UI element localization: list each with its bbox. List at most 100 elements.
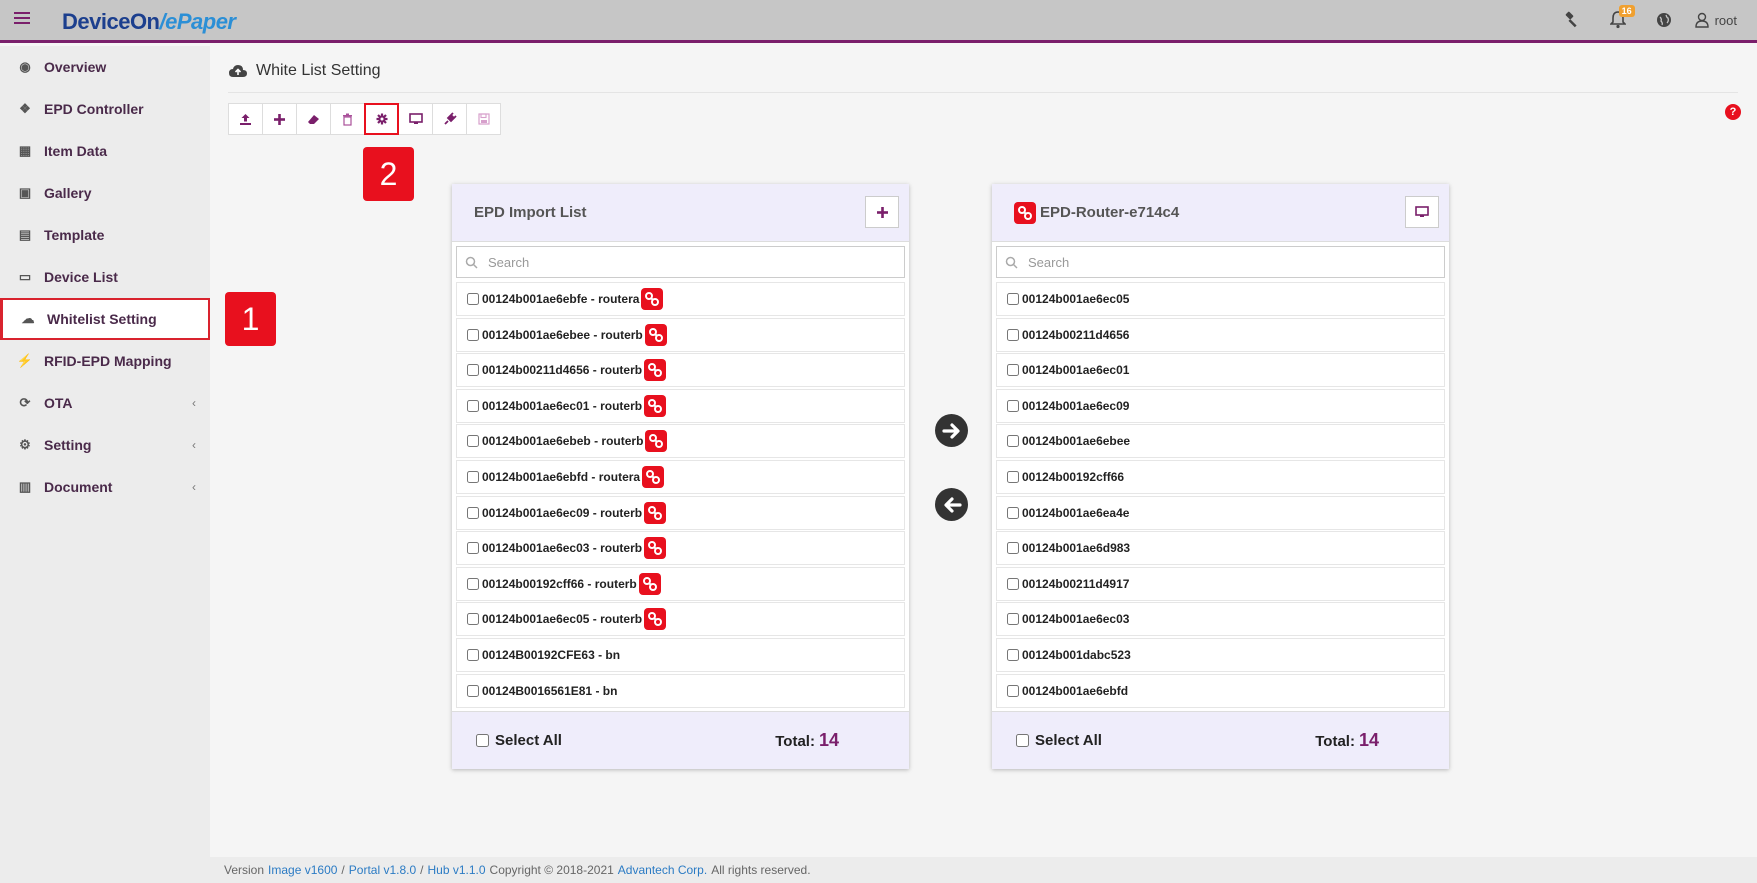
list-item[interactable]: 00124b001ae6ec09 - routerb <box>456 495 905 530</box>
trash-icon <box>343 113 352 126</box>
item-checkbox[interactable] <box>1007 364 1019 377</box>
list-item[interactable]: 00124b001ae6ebfd <box>996 673 1445 708</box>
item-checkbox[interactable] <box>467 506 479 519</box>
sidebar-item-setting[interactable]: ⚙ Setting ‹ <box>0 424 210 466</box>
save-button[interactable] <box>466 103 501 135</box>
gavel-icon[interactable] <box>1549 0 1595 40</box>
router-select-all-checkbox[interactable] <box>1016 734 1029 747</box>
footer-version-label: Version <box>224 863 265 877</box>
item-checkbox[interactable] <box>467 613 479 626</box>
list-item[interactable]: 00124b001ae6ec01 - routerb <box>456 388 905 423</box>
refresh-icon: ⟳ <box>19 395 31 410</box>
search-icon <box>465 256 478 269</box>
item-checkbox[interactable] <box>1007 648 1019 661</box>
footer-hub-link[interactable]: Hub v1.1.0 <box>427 863 485 877</box>
settings-button[interactable] <box>364 103 399 135</box>
list-item[interactable]: 00124b001ae6ebee - routerb <box>456 317 905 352</box>
item-checkbox[interactable] <box>467 364 479 377</box>
globe-icon[interactable] <box>1641 0 1687 40</box>
footer-portal-link[interactable]: Portal v1.8.0 <box>349 863 416 877</box>
brand-part1: DeviceOn <box>62 9 160 34</box>
sidebar-item-template[interactable]: ▤ Template <box>0 214 210 256</box>
footer-company-link[interactable]: Advantech Corp. <box>618 863 707 877</box>
upload-button[interactable] <box>228 103 263 135</box>
list-item[interactable]: 00124b001ae6d983 <box>996 531 1445 566</box>
router-select-all[interactable]: Select All <box>1016 732 1102 749</box>
list-item[interactable]: 00124b00211d4917 <box>996 566 1445 601</box>
list-item[interactable]: 00124b00211d4656 - routerb <box>456 353 905 388</box>
page-title: White List Setting <box>228 62 381 80</box>
list-item[interactable]: 00124b00192cff66 <box>996 459 1445 494</box>
list-item[interactable]: 00124B00192CFE63 - bn <box>456 637 905 672</box>
import-search-input[interactable] <box>488 254 888 270</box>
user-menu[interactable]: root <box>1687 12 1737 28</box>
gear-icon <box>376 113 387 125</box>
list-item[interactable]: 00124b001ae6ebfe - routera <box>456 282 905 316</box>
sidebar-item-ota[interactable]: ⟳ OTA ‹ <box>0 382 210 424</box>
item-checkbox[interactable] <box>467 648 479 661</box>
item-checkbox[interactable] <box>467 328 479 341</box>
list-item[interactable]: 00124b001dabc523 <box>996 637 1445 672</box>
item-checkbox[interactable] <box>1007 506 1019 519</box>
list-item[interactable]: 00124b001ae6ec03 <box>996 602 1445 637</box>
router-display-button[interactable] <box>1405 196 1439 228</box>
item-checkbox[interactable] <box>1007 684 1019 697</box>
sidebar-item-device-list[interactable]: ▭ Device List <box>0 256 210 298</box>
item-checkbox[interactable] <box>1007 542 1019 555</box>
item-checkbox[interactable] <box>1007 470 1019 483</box>
import-select-all-checkbox[interactable] <box>476 734 489 747</box>
list-item[interactable]: 00124b001ae6ebee <box>996 424 1445 459</box>
sidebar-item-label: RFID-EPD Mapping <box>44 353 172 369</box>
list-item[interactable]: 00124b001ae6ec03 - routerb <box>456 531 905 566</box>
item-checkbox[interactable] <box>467 293 479 305</box>
bell-icon[interactable]: 16 <box>1595 0 1641 40</box>
delete-button[interactable] <box>330 103 365 135</box>
plug-button[interactable] <box>432 103 467 135</box>
sidebar-item-gallery[interactable]: ▣ Gallery <box>0 172 210 214</box>
import-select-all[interactable]: Select All <box>476 732 562 749</box>
router-total-label: Total: <box>1315 733 1355 750</box>
sidebar-item-rfid-epd-mapping[interactable]: ⚡ RFID-EPD Mapping <box>0 340 210 382</box>
move-right-button[interactable] <box>935 414 968 447</box>
footer-image-link[interactable]: Image v1600 <box>268 863 337 877</box>
list-item[interactable]: 00124b001ae6ec09 <box>996 388 1445 423</box>
list-item[interactable]: 00124b001ae6ec05 <box>996 282 1445 316</box>
list-item[interactable]: 00124b001ae6ebeb - routerb <box>456 424 905 459</box>
list-item[interactable]: 00124b00192cff66 - routerb <box>456 566 905 601</box>
import-add-button[interactable] <box>865 196 899 228</box>
brand-logo[interactable]: DeviceOn/ePaper <box>62 9 236 35</box>
router-search-input[interactable] <box>1028 254 1428 270</box>
list-item[interactable]: 00124b001ae6ebfd - routera <box>456 459 905 494</box>
item-checkbox[interactable] <box>467 470 479 483</box>
list-item[interactable]: 00124b00211d4656 <box>996 317 1445 352</box>
item-checkbox[interactable] <box>1007 328 1019 341</box>
sidebar-item-document[interactable]: ▥ Document ‹ <box>0 466 210 508</box>
sidebar-item-item-data[interactable]: ▦ Item Data <box>0 130 210 172</box>
sidebar-item-overview[interactable]: ◉ Overview <box>0 46 210 88</box>
item-checkbox[interactable] <box>467 577 479 590</box>
display-button[interactable] <box>398 103 433 135</box>
item-checkbox[interactable] <box>1007 293 1019 305</box>
move-left-button[interactable] <box>935 488 968 521</box>
list-item[interactable]: 00124b001ae6ec01 <box>996 353 1445 388</box>
item-checkbox[interactable] <box>1007 435 1019 448</box>
erase-button[interactable] <box>296 103 331 135</box>
list-item[interactable]: 00124B0016561E81 - bn <box>456 673 905 708</box>
list-item[interactable]: 00124b001ae6ec05 - routerb <box>456 602 905 637</box>
item-label: 00124b001ae6ebfe - routera <box>482 292 640 306</box>
item-checkbox[interactable] <box>467 542 479 555</box>
sidebar-item-epd-controller[interactable]: ❖ EPD Controller <box>0 88 210 130</box>
arrow-right-icon <box>941 422 960 439</box>
sidebar-item-whitelist-setting[interactable]: ☁ Whitelist Setting <box>0 298 210 340</box>
item-checkbox[interactable] <box>1007 399 1019 412</box>
item-checkbox[interactable] <box>1007 577 1019 590</box>
list-item[interactable]: 00124b001ae6ea4e <box>996 495 1445 530</box>
item-checkbox[interactable] <box>467 684 479 697</box>
title-divider <box>228 92 1738 93</box>
add-button[interactable] <box>262 103 297 135</box>
hamburger-menu-icon[interactable] <box>14 12 30 26</box>
item-checkbox[interactable] <box>1007 613 1019 626</box>
item-checkbox[interactable] <box>467 435 479 448</box>
help-icon[interactable]: ? <box>1725 104 1741 120</box>
item-checkbox[interactable] <box>467 399 479 412</box>
